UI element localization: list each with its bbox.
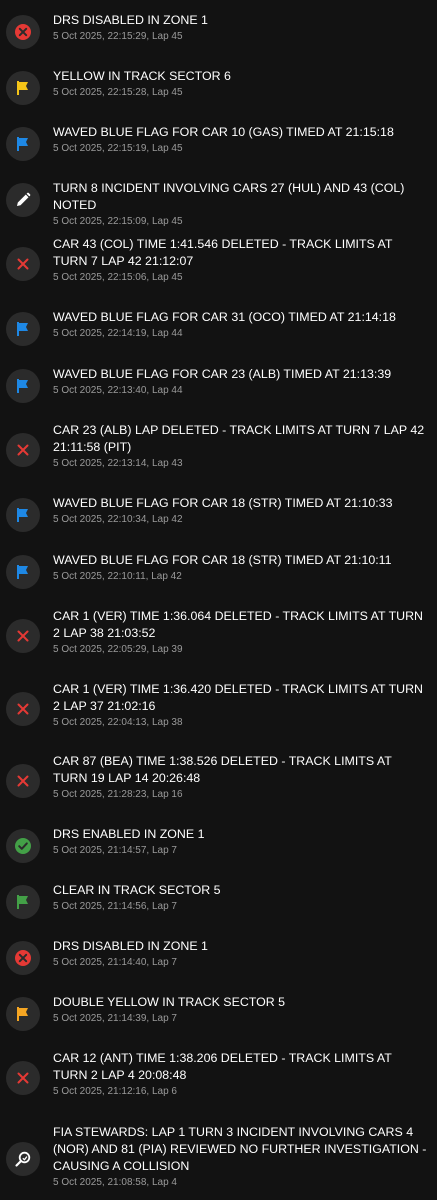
race-control-message-list: DRS DISABLED IN ZONE 1 5 Oct 2025, 22:15… (0, 0, 437, 1200)
message-text: DRS ENABLED IN ZONE 1 (53, 827, 205, 841)
message-meta: 5 Oct 2025, 21:14:39, Lap 7 (53, 1013, 177, 1024)
red-x-icon (6, 692, 40, 726)
message-text: CAR 23 (ALB) LAP DELETED - TRACK LIMITS … (53, 423, 425, 454)
magnifier-icon (6, 1142, 40, 1176)
message-meta: 5 Oct 2025, 22:15:19, Lap 45 (53, 143, 183, 154)
message-text: CLEAR IN TRACK SECTOR 5 (53, 883, 221, 897)
message-meta: 5 Oct 2025, 22:10:34, Lap 42 (53, 514, 183, 525)
message-meta: 5 Oct 2025, 21:14:57, Lap 7 (53, 845, 177, 856)
red-x-icon (6, 433, 40, 467)
message-meta: 5 Oct 2025, 21:28:23, Lap 16 (53, 789, 183, 800)
message-text: DOUBLE YELLOW IN TRACK SECTOR 5 (53, 995, 286, 1009)
blue-flag-icon (6, 498, 40, 532)
message-meta: 5 Oct 2025, 22:13:40, Lap 44 (53, 385, 183, 396)
message-text: WAVED BLUE FLAG FOR CAR 31 (OCO) TIMED A… (53, 310, 396, 324)
green-check-circle-icon (6, 829, 40, 863)
message-text: WAVED BLUE FLAG FOR CAR 18 (STR) TIMED A… (53, 496, 393, 510)
red-x-icon (6, 247, 40, 281)
blue-flag-icon (6, 127, 40, 161)
message-text: WAVED BLUE FLAG FOR CAR 18 (STR) TIMED A… (53, 553, 392, 567)
message-text: CAR 1 (VER) TIME 1:36.420 DELETED - TRAC… (53, 682, 423, 713)
red-x-icon (6, 619, 40, 653)
pencil-icon (6, 183, 40, 217)
red-x-icon (6, 764, 40, 798)
red-x-circle-icon (6, 15, 40, 49)
message-meta: 5 Oct 2025, 22:05:29, Lap 39 (53, 644, 183, 655)
message-text: CAR 43 (COL) TIME 1:41.546 DELETED - TRA… (53, 237, 393, 268)
message-text: WAVED BLUE FLAG FOR CAR 23 (ALB) TIMED A… (53, 367, 392, 381)
message-text: CAR 1 (VER) TIME 1:36.064 DELETED - TRAC… (53, 609, 423, 640)
message-meta: 5 Oct 2025, 22:04:13, Lap 38 (53, 717, 183, 728)
message-meta: 5 Oct 2025, 22:13:14, Lap 43 (53, 458, 183, 469)
message-text: FIA STEWARDS: LAP 1 TURN 3 INCIDENT INVO… (53, 1125, 427, 1173)
message-text: WAVED BLUE FLAG FOR CAR 10 (GAS) TIMED A… (53, 125, 394, 139)
message-meta: 5 Oct 2025, 21:08:58, Lap 4 (53, 1177, 177, 1188)
blue-flag-icon (6, 369, 40, 403)
message-text: DRS DISABLED IN ZONE 1 (53, 13, 208, 27)
orange-flag-icon (6, 997, 40, 1031)
message-text: CAR 12 (ANT) TIME 1:38.206 DELETED - TRA… (53, 1051, 392, 1082)
message-text: DRS DISABLED IN ZONE 1 (53, 939, 208, 953)
message-text: TURN 8 INCIDENT INVOLVING CARS 27 (HUL) … (53, 181, 405, 212)
message-meta: 5 Oct 2025, 22:10:11, Lap 42 (53, 571, 182, 582)
green-flag-icon (6, 885, 40, 919)
yellow-flag-icon (6, 71, 40, 105)
message-meta: 5 Oct 2025, 22:15:29, Lap 45 (53, 31, 183, 42)
blue-flag-icon (6, 555, 40, 589)
message-meta: 5 Oct 2025, 21:12:16, Lap 6 (53, 1086, 177, 1097)
red-x-icon (6, 1061, 40, 1095)
message-meta: 5 Oct 2025, 22:15:06, Lap 45 (53, 272, 183, 283)
message-text: YELLOW IN TRACK SECTOR 6 (53, 69, 231, 83)
message-meta: 5 Oct 2025, 22:14:19, Lap 44 (53, 328, 183, 339)
blue-flag-icon (6, 312, 40, 346)
message-text: CAR 87 (BEA) TIME 1:38.526 DELETED - TRA… (53, 754, 392, 785)
red-x-circle-icon (6, 941, 40, 975)
message-meta: 5 Oct 2025, 22:15:09, Lap 45 (53, 216, 183, 227)
message-meta: 5 Oct 2025, 21:14:40, Lap 7 (53, 957, 177, 968)
message-meta: 5 Oct 2025, 21:14:56, Lap 7 (53, 901, 177, 912)
message-meta: 5 Oct 2025, 22:15:28, Lap 45 (53, 87, 183, 98)
